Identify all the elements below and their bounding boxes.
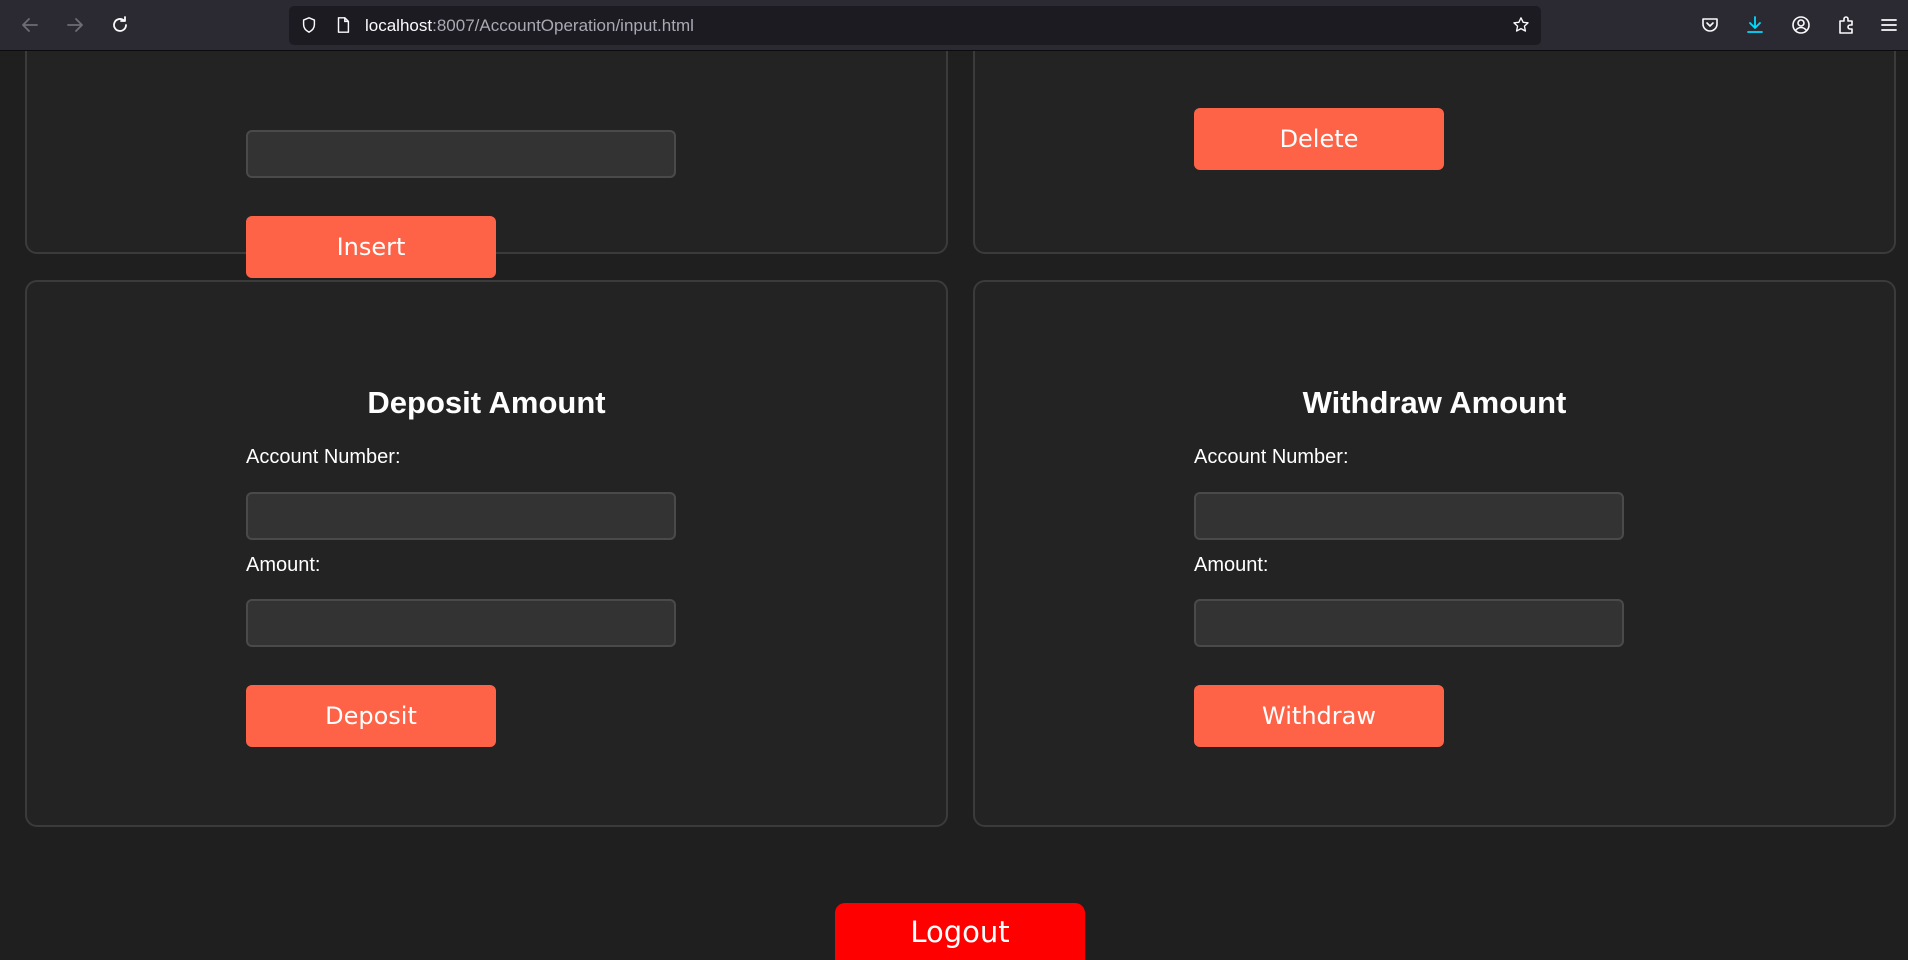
deposit-title: Deposit Amount — [367, 385, 606, 420]
page-icon[interactable] — [333, 15, 353, 35]
deposit-account-label: Account Number: — [246, 446, 401, 468]
delete-account-card: Delete — [973, 51, 1896, 254]
logout-button[interactable]: Logout — [835, 903, 1085, 960]
deposit-account-input[interactable] — [246, 492, 676, 540]
pocket-button[interactable] — [1695, 10, 1725, 40]
deposit-button[interactable]: Deposit — [246, 685, 496, 747]
withdraw-amount-input[interactable] — [1194, 599, 1624, 647]
reload-icon — [113, 16, 127, 32]
delete-button[interactable]: Delete — [1194, 108, 1444, 170]
url-host: localhost — [365, 16, 433, 35]
withdraw-account-label: Account Number: — [1194, 446, 1349, 468]
back-icon — [22, 18, 38, 32]
deposit-amount-label: Amount: — [246, 554, 321, 576]
downloads-button[interactable] — [1740, 10, 1770, 40]
insert-button[interactable]: Insert — [246, 216, 496, 278]
reload-button[interactable] — [105, 10, 135, 40]
deposit-amount-input[interactable] — [246, 599, 676, 647]
account-icon — [1792, 16, 1810, 34]
menu-button[interactable] — [1874, 10, 1904, 40]
pocket-icon — [1702, 18, 1718, 32]
forward-button[interactable] — [60, 10, 90, 40]
withdraw-card: Withdraw Amount Account Number: Amount: … — [973, 280, 1896, 827]
back-button[interactable] — [15, 10, 45, 40]
browser-toolbar: localhost:8007/AccountOperation/input.ht… — [0, 0, 1908, 51]
extensions-icon — [1839, 16, 1853, 34]
extensions-button[interactable] — [1831, 10, 1861, 40]
withdraw-title: Withdraw Amount — [1302, 385, 1567, 420]
forward-icon — [67, 18, 83, 32]
url-path: :8007/AccountOperation/input.html — [432, 16, 694, 35]
url-text[interactable]: localhost:8007/AccountOperation/input.ht… — [365, 16, 694, 36]
address-bar[interactable]: localhost:8007/AccountOperation/input.ht… — [289, 6, 1541, 45]
insert-last-field[interactable] — [246, 130, 676, 178]
page-viewport: Insert Delete Deposit Amount Account Num… — [0, 51, 1908, 960]
account-button[interactable] — [1786, 10, 1816, 40]
withdraw-account-input[interactable] — [1194, 492, 1624, 540]
withdraw-amount-label: Amount: — [1194, 554, 1269, 576]
insert-account-card: Insert — [25, 51, 948, 278]
menu-icon — [1881, 19, 1897, 31]
deposit-card: Deposit Amount Account Number: Amount: D… — [25, 280, 948, 827]
shield-icon[interactable] — [299, 15, 319, 35]
download-icon — [1747, 16, 1763, 33]
withdraw-button[interactable]: Withdraw — [1194, 685, 1444, 747]
bookmark-star-icon[interactable] — [1511, 15, 1531, 35]
